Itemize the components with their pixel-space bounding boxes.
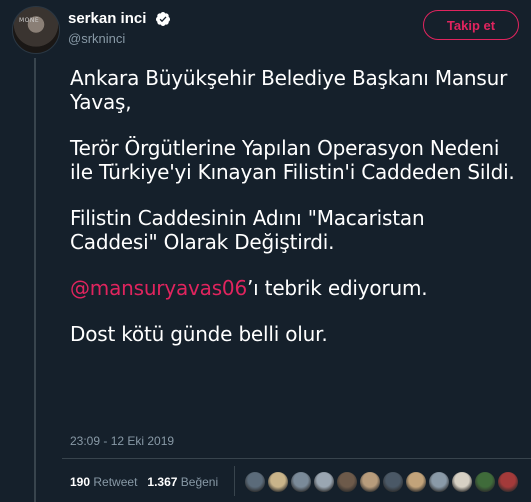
mention-suffix: ’ı tebrik ediyorum. xyxy=(247,276,428,300)
liker-avatar[interactable] xyxy=(428,471,450,493)
liker-avatar[interactable] xyxy=(290,471,312,493)
liker-avatar[interactable] xyxy=(382,471,404,493)
like-count: 1.367 xyxy=(147,475,178,489)
avatar-watermark: MONE xyxy=(19,17,40,24)
verified-badge-icon xyxy=(155,11,170,26)
liker-avatar[interactable] xyxy=(244,471,266,493)
tweet-line: Filistin Caddesinin Adını "Macaristan Ca… xyxy=(70,206,425,254)
mention-link[interactable]: @mansuryavas06 xyxy=(70,276,247,300)
display-name[interactable]: serkan inci xyxy=(68,10,146,27)
stats-divider xyxy=(234,466,235,496)
liker-avatar[interactable] xyxy=(313,471,335,493)
tweet-closing: Dost kötü günde belli olur. xyxy=(70,322,328,346)
liker-avatar[interactable] xyxy=(336,471,358,493)
tweet-stats: 190 Retweet 1.367 Beğeni xyxy=(70,475,218,489)
like-stat[interactable]: 1.367 Beğeni xyxy=(147,475,218,489)
author-info[interactable]: serkan inci @srkninci xyxy=(68,10,171,46)
tweet-body: Ankara Büyükşehir Belediye Başkanı Mansu… xyxy=(70,66,515,368)
retweet-stat[interactable]: 190 Retweet xyxy=(70,475,137,489)
liker-avatar[interactable] xyxy=(497,471,519,493)
liker-avatar[interactable] xyxy=(474,471,496,493)
retweet-label: Retweet xyxy=(93,475,138,489)
liker-avatar[interactable] xyxy=(451,471,473,493)
like-label: Beğeni xyxy=(180,475,219,489)
liker-avatar[interactable] xyxy=(267,471,289,493)
tweet-mention-line: @mansuryavas06’ı tebrik ediyorum. xyxy=(70,276,515,300)
tweet-line: Terör Örgütlerine Yapılan Operasyon Nede… xyxy=(70,136,515,184)
avatar[interactable]: MONE xyxy=(12,6,60,54)
follow-button[interactable]: Takip et xyxy=(423,10,519,40)
handle: @srkninci xyxy=(68,31,126,46)
thread-line xyxy=(34,58,36,502)
liker-avatar[interactable] xyxy=(405,471,427,493)
liker-avatar[interactable] xyxy=(359,471,381,493)
tweet-header: MONE serkan inci @srkninci Takip et xyxy=(12,6,519,54)
retweet-count: 190 xyxy=(70,475,91,489)
divider xyxy=(62,458,531,459)
tweet-line: Ankara Büyükşehir Belediye Başkanı Mansu… xyxy=(70,66,508,114)
timestamp[interactable]: 23:09 - 12 Eki 2019 xyxy=(70,434,174,448)
